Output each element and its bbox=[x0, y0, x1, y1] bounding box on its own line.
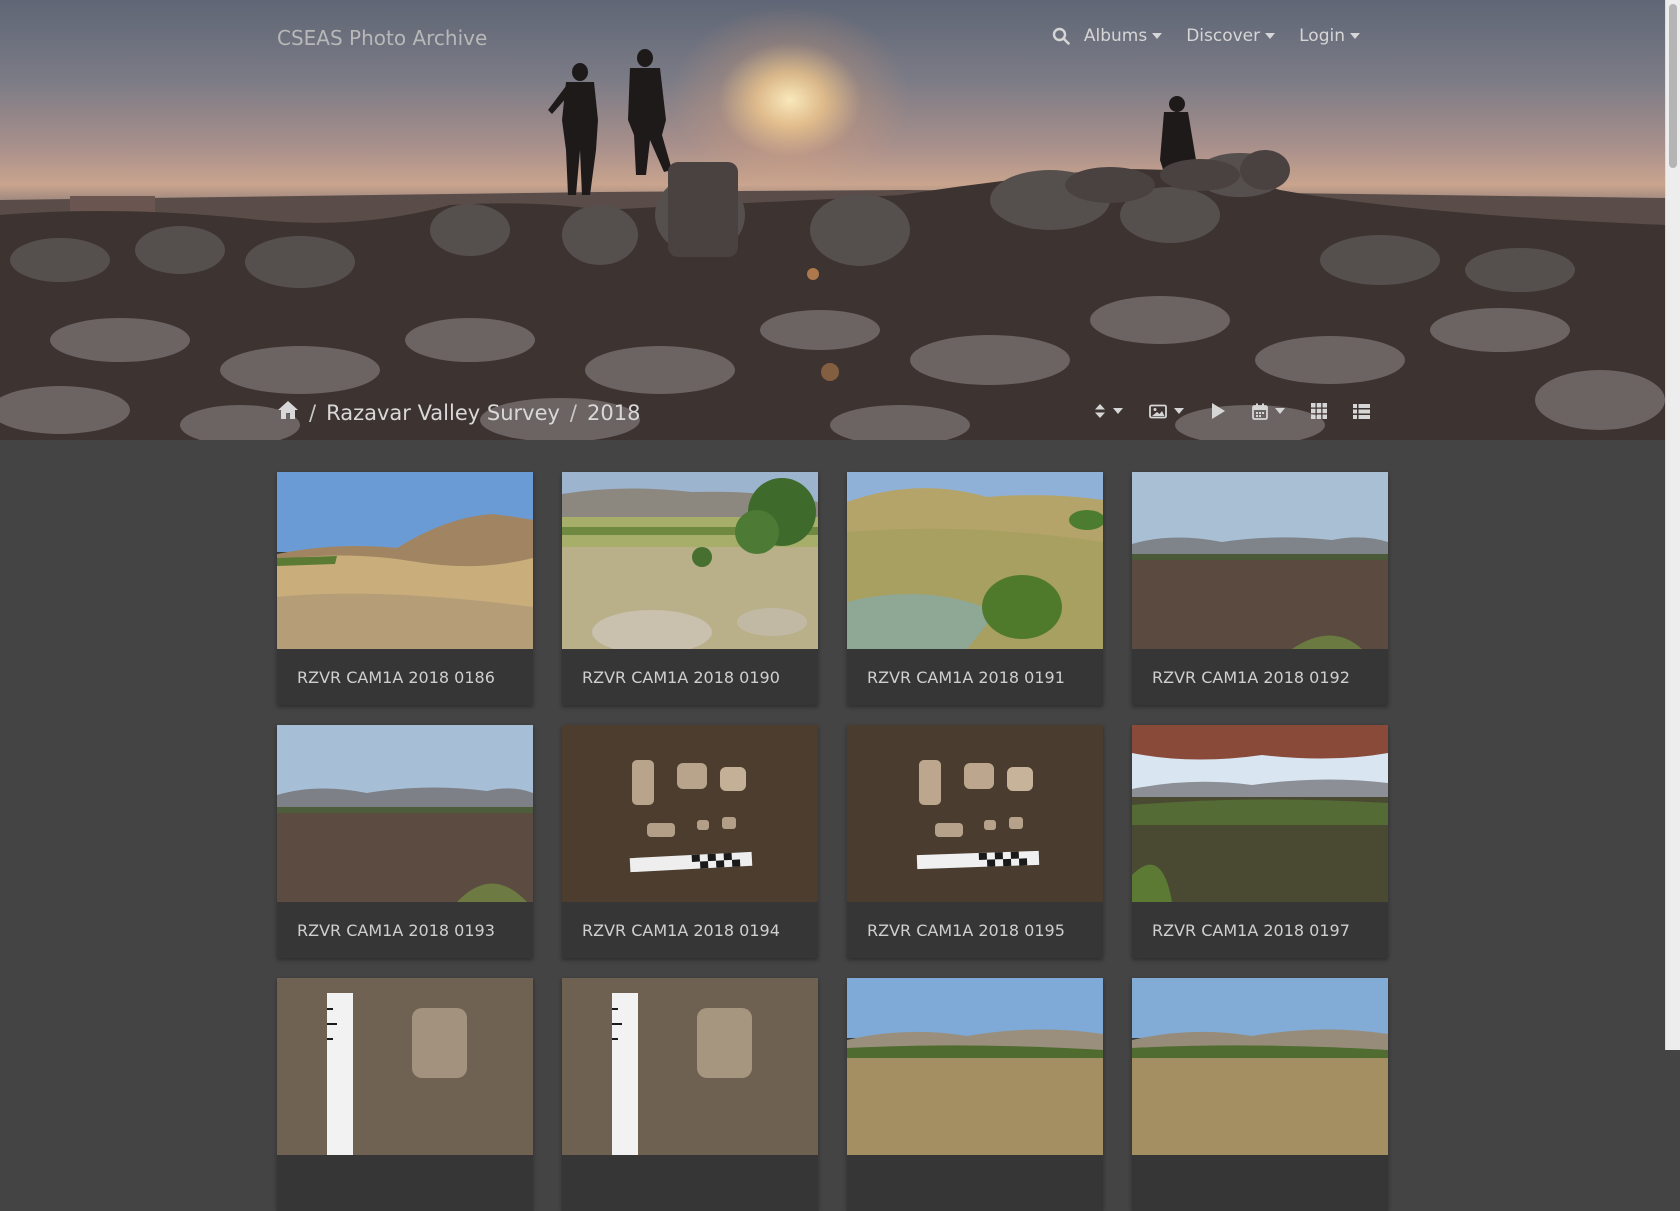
sort-button[interactable] bbox=[1094, 403, 1123, 419]
chevron-down-icon bbox=[1113, 408, 1123, 414]
photo-thumbnail bbox=[277, 978, 533, 1155]
photo-title: RZVR CAM1A 2018 0186 bbox=[297, 667, 495, 687]
photo-thumbnail bbox=[1132, 978, 1388, 1155]
photo-card[interactable] bbox=[1132, 978, 1388, 1211]
photo-title bbox=[562, 1155, 818, 1211]
home-icon[interactable] bbox=[277, 400, 299, 425]
list-view-button[interactable] bbox=[1353, 403, 1370, 419]
photo-card[interactable]: RZVR CAM1A 2018 0186 bbox=[277, 472, 533, 705]
photo-card[interactable]: RZVR CAM1A 2018 0192 bbox=[1132, 472, 1388, 705]
page-scrollbar[interactable] bbox=[1665, 0, 1680, 1050]
chevron-down-icon bbox=[1275, 408, 1285, 414]
grid-view-button[interactable] bbox=[1311, 403, 1327, 419]
nav-albums-label: Albums bbox=[1083, 26, 1148, 46]
photo-thumbnail bbox=[562, 472, 818, 649]
photo-card[interactable] bbox=[847, 978, 1103, 1211]
photo-card[interactable]: RZVR CAM1A 2018 0194 bbox=[562, 725, 818, 958]
photo-title bbox=[847, 1155, 1103, 1211]
photo-title: RZVR CAM1A 2018 0192 bbox=[1152, 667, 1350, 687]
sort-icon bbox=[1095, 404, 1105, 418]
nav-login-label: Login bbox=[1299, 26, 1345, 46]
nav-albums[interactable]: Albums bbox=[1083, 26, 1163, 46]
nav-discover-label: Discover bbox=[1186, 26, 1261, 46]
photo-thumbnail bbox=[847, 725, 1103, 902]
album-toolbar bbox=[1094, 402, 1370, 420]
breadcrumb-separator: / bbox=[309, 400, 317, 425]
hero-banner: CSEAS Photo Archive Albums Discover Logi… bbox=[0, 0, 1665, 440]
photo-thumbnail bbox=[847, 472, 1103, 649]
photo-title: RZVR CAM1A 2018 0197 bbox=[1152, 920, 1350, 940]
breadcrumb-current: 2018 bbox=[587, 400, 641, 425]
list-view-icon bbox=[1353, 403, 1370, 419]
photo-title: RZVR CAM1A 2018 0195 bbox=[867, 920, 1065, 940]
photo-thumbnail bbox=[277, 472, 533, 649]
calendar-button[interactable] bbox=[1252, 403, 1285, 420]
breadcrumb: / Razavar Valley Survey / 2018 bbox=[277, 400, 640, 425]
photo-thumbnail bbox=[277, 725, 533, 902]
photo-grid: RZVR CAM1A 2018 0186 RZVR CAM1A 2018 019… bbox=[277, 472, 1389, 1211]
slideshow-button[interactable] bbox=[1210, 402, 1226, 420]
photo-card[interactable]: RZVR CAM1A 2018 0197 bbox=[1132, 725, 1388, 958]
nav-login[interactable]: Login bbox=[1299, 26, 1360, 46]
photo-thumbnail bbox=[847, 978, 1103, 1155]
photo-card[interactable]: RZVR CAM1A 2018 0191 bbox=[847, 472, 1103, 705]
photo-title: RZVR CAM1A 2018 0193 bbox=[297, 920, 495, 940]
photo-thumbnail bbox=[562, 725, 818, 902]
photo-card[interactable]: RZVR CAM1A 2018 0193 bbox=[277, 725, 533, 958]
photo-card[interactable] bbox=[562, 978, 818, 1211]
chevron-down-icon bbox=[1350, 33, 1360, 39]
calendar-icon bbox=[1252, 403, 1268, 420]
site-brand[interactable]: CSEAS Photo Archive bbox=[277, 26, 487, 50]
photo-thumbnail bbox=[562, 978, 818, 1155]
photo-title bbox=[277, 1155, 533, 1211]
photo-card[interactable] bbox=[277, 978, 533, 1211]
photo-title bbox=[1132, 1155, 1388, 1211]
chevron-down-icon bbox=[1174, 408, 1184, 414]
photo-title: RZVR CAM1A 2018 0191 bbox=[867, 667, 1065, 687]
photo-title: RZVR CAM1A 2018 0190 bbox=[582, 667, 780, 687]
photo-thumbnail bbox=[1132, 725, 1388, 902]
breadcrumb-separator: / bbox=[569, 400, 577, 425]
chevron-down-icon bbox=[1152, 33, 1163, 39]
search-icon[interactable] bbox=[1052, 27, 1070, 45]
photo-thumbnail bbox=[1132, 472, 1388, 649]
grid-view-icon bbox=[1311, 403, 1327, 419]
nav-discover[interactable]: Discover bbox=[1186, 26, 1276, 46]
banner-photo bbox=[0, 49, 1665, 440]
breadcrumb-album[interactable]: Razavar Valley Survey bbox=[326, 401, 560, 425]
main-nav: Albums Discover Login bbox=[1052, 26, 1360, 46]
image-size-icon bbox=[1149, 404, 1167, 418]
photo-title: RZVR CAM1A 2018 0194 bbox=[582, 920, 780, 940]
photo-card[interactable]: RZVR CAM1A 2018 0195 bbox=[847, 725, 1103, 958]
scrollbar-thumb[interactable] bbox=[1669, 4, 1677, 168]
play-slideshow-icon bbox=[1212, 403, 1225, 419]
photo-card[interactable]: RZVR CAM1A 2018 0190 bbox=[562, 472, 818, 705]
image-size-button[interactable] bbox=[1149, 404, 1184, 419]
chevron-down-icon bbox=[1265, 33, 1276, 39]
